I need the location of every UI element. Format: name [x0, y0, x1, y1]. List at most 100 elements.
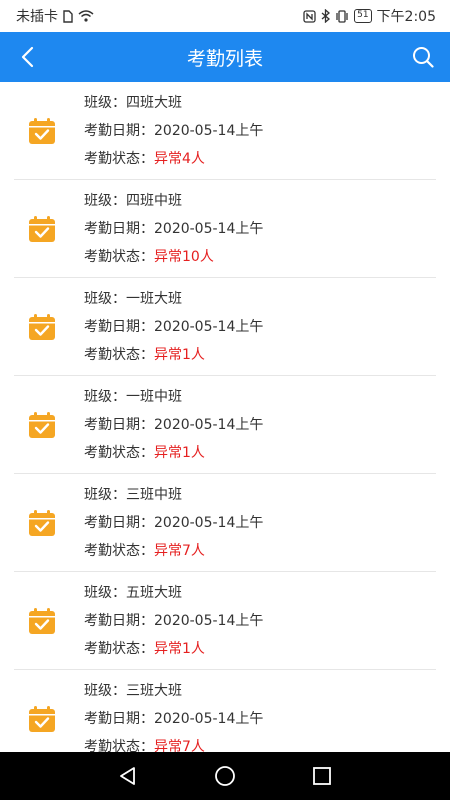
- date-label: 考勤日期：: [84, 711, 154, 727]
- status-line: 考勤状态：异常7人: [84, 542, 263, 561]
- nav-recents-button[interactable]: [302, 756, 342, 796]
- class-line: 班级：三班中班: [84, 486, 263, 505]
- carrier-text: 未插卡: [16, 9, 58, 25]
- class-label: 班级：: [84, 95, 126, 111]
- attendance-list[interactable]: 班级：四班大班 考勤日期：2020-05-14上午 考勤状态：异常4人 班级：四…: [0, 82, 450, 752]
- nfc-icon: [303, 9, 316, 23]
- date-label: 考勤日期：: [84, 221, 154, 237]
- class-value: 三班中班: [126, 487, 182, 503]
- date-label: 考勤日期：: [84, 613, 154, 629]
- status-value: 异常7人: [154, 543, 205, 559]
- date-label: 考勤日期：: [84, 123, 154, 139]
- date-value: 2020-05-14上午: [154, 613, 264, 629]
- calendar-check-icon: [20, 215, 64, 243]
- status-label: 考勤状态：: [84, 347, 154, 363]
- class-label: 班级：: [84, 291, 126, 307]
- class-line: 班级：四班大班: [84, 94, 263, 113]
- item-body: 班级：四班中班 考勤日期：2020-05-14上午 考勤状态：异常10人: [84, 190, 263, 267]
- status-value: 异常1人: [154, 347, 205, 363]
- status-right: 51 下午2:05: [303, 6, 436, 26]
- date-value: 2020-05-14上午: [154, 123, 264, 139]
- status-line: 考勤状态：异常1人: [84, 346, 263, 365]
- class-line: 班级：一班大班: [84, 290, 263, 309]
- calendar-check-icon: [20, 411, 64, 439]
- nav-back-button[interactable]: [108, 756, 148, 796]
- status-value: 异常1人: [154, 445, 205, 461]
- search-button[interactable]: [408, 42, 438, 72]
- calendar-check-icon: [20, 607, 64, 635]
- date-value: 2020-05-14上午: [154, 319, 264, 335]
- status-line: 考勤状态：异常7人: [84, 738, 263, 752]
- battery-icon: 51: [354, 9, 372, 23]
- date-value: 2020-05-14上午: [154, 711, 264, 727]
- status-line: 考勤状态：异常4人: [84, 150, 263, 169]
- sim-icon: [63, 9, 73, 23]
- status-label: 考勤状态：: [84, 151, 154, 167]
- status-value: 异常1人: [154, 641, 205, 657]
- class-value: 五班大班: [126, 585, 182, 601]
- item-body: 班级：一班大班 考勤日期：2020-05-14上午 考勤状态：异常1人: [84, 288, 263, 365]
- item-body: 班级：一班中班 考勤日期：2020-05-14上午 考勤状态：异常1人: [84, 386, 263, 463]
- circle-home-icon: [215, 766, 235, 786]
- list-item[interactable]: 班级：三班中班 考勤日期：2020-05-14上午 考勤状态：异常7人: [14, 474, 436, 572]
- status-line: 考勤状态：异常10人: [84, 248, 263, 267]
- status-label: 考勤状态：: [84, 641, 154, 657]
- page-title: 考勤列表: [186, 47, 263, 70]
- date-line: 考勤日期：2020-05-14上午: [84, 612, 263, 631]
- class-line: 班级：四班中班: [84, 192, 263, 211]
- date-value: 2020-05-14上午: [154, 515, 264, 531]
- bluetooth-icon: [321, 9, 331, 23]
- date-line: 考勤日期：2020-05-14上午: [84, 318, 263, 337]
- wifi-icon: [78, 10, 94, 22]
- vibrate-icon: [335, 9, 349, 23]
- list-item[interactable]: 班级：一班大班 考勤日期：2020-05-14上午 考勤状态：异常1人: [14, 278, 436, 376]
- class-value: 一班大班: [126, 291, 182, 307]
- status-line: 考勤状态：异常1人: [84, 640, 263, 659]
- back-button[interactable]: [12, 42, 42, 72]
- date-label: 考勤日期：: [84, 319, 154, 335]
- calendar-check-icon: [20, 117, 64, 145]
- item-body: 班级：五班大班 考勤日期：2020-05-14上午 考勤状态：异常1人: [84, 582, 263, 659]
- status-label: 考勤状态：: [84, 543, 154, 559]
- clock: 下午2:05: [376, 9, 436, 25]
- class-label: 班级：: [84, 585, 126, 601]
- item-body: 班级：四班大班 考勤日期：2020-05-14上午 考勤状态：异常4人: [84, 92, 263, 169]
- class-label: 班级：: [84, 683, 126, 699]
- app-bar: 考勤列表: [0, 32, 450, 82]
- list-item[interactable]: 班级：一班中班 考勤日期：2020-05-14上午 考勤状态：异常1人: [14, 376, 436, 474]
- class-value: 一班中班: [126, 389, 182, 405]
- status-value: 异常7人: [154, 739, 205, 752]
- class-value: 三班大班: [126, 683, 182, 699]
- class-value: 四班中班: [126, 193, 182, 209]
- status-label: 考勤状态：: [84, 249, 154, 265]
- class-line: 班级：三班大班: [84, 682, 263, 701]
- list-item[interactable]: 班级：四班中班 考勤日期：2020-05-14上午 考勤状态：异常10人: [14, 180, 436, 278]
- date-value: 2020-05-14上午: [154, 417, 264, 433]
- class-value: 四班大班: [126, 95, 182, 111]
- list-item[interactable]: 班级：五班大班 考勤日期：2020-05-14上午 考勤状态：异常1人: [14, 572, 436, 670]
- status-line: 考勤状态：异常1人: [84, 444, 263, 463]
- chevron-left-icon: [21, 46, 34, 68]
- status-bar: 未插卡 51 下午2:05: [0, 0, 450, 32]
- date-line: 考勤日期：2020-05-14上午: [84, 514, 263, 533]
- calendar-check-icon: [20, 705, 64, 733]
- status-label: 考勤状态：: [84, 445, 154, 461]
- date-line: 考勤日期：2020-05-14上午: [84, 416, 263, 435]
- class-label: 班级：: [84, 389, 126, 405]
- date-line: 考勤日期：2020-05-14上午: [84, 710, 263, 729]
- date-label: 考勤日期：: [84, 417, 154, 433]
- list-item[interactable]: 班级：四班大班 考勤日期：2020-05-14上午 考勤状态：异常4人: [14, 82, 436, 180]
- search-icon: [412, 47, 434, 68]
- list-item[interactable]: 班级：三班大班 考勤日期：2020-05-14上午 考勤状态：异常7人: [14, 670, 436, 752]
- date-value: 2020-05-14上午: [154, 221, 264, 237]
- item-body: 班级：三班大班 考勤日期：2020-05-14上午 考勤状态：异常7人: [84, 680, 263, 752]
- square-recents-icon: [312, 767, 331, 785]
- class-label: 班级：: [84, 487, 126, 503]
- triangle-back-icon: [120, 767, 136, 785]
- system-nav-bar: [0, 752, 450, 800]
- status-value: 异常10人: [154, 249, 214, 265]
- item-body: 班级：三班中班 考勤日期：2020-05-14上午 考勤状态：异常7人: [84, 484, 263, 561]
- nav-home-button[interactable]: [205, 756, 245, 796]
- date-line: 考勤日期：2020-05-14上午: [84, 220, 263, 239]
- status-label: 考勤状态：: [84, 739, 154, 752]
